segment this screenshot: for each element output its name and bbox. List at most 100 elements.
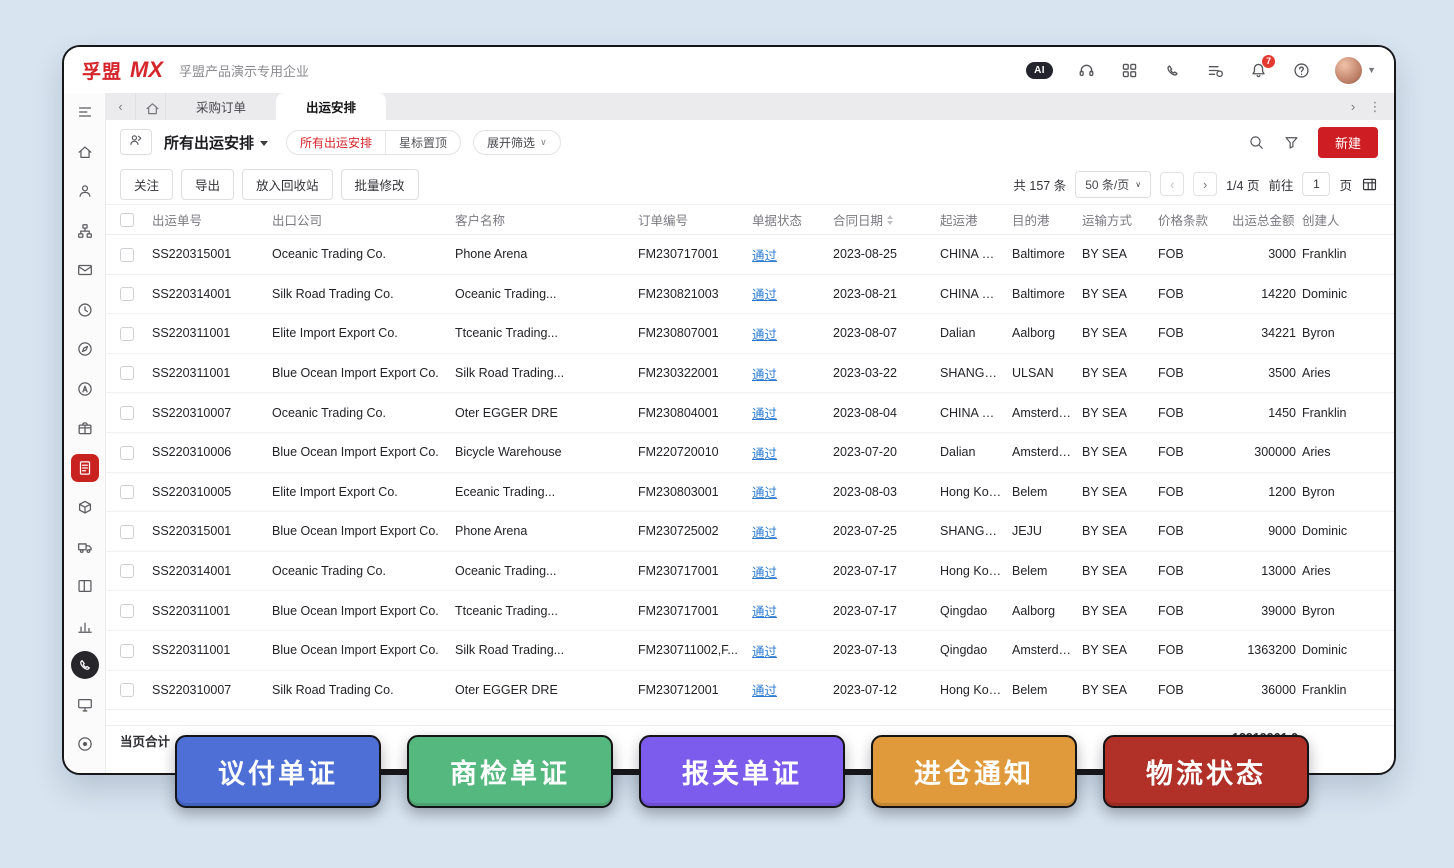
column-header-departure_port[interactable]: 起运港 — [940, 210, 1012, 229]
status-link[interactable]: 通过 — [752, 288, 777, 302]
tabs-more-icon[interactable]: ⋮ — [1366, 99, 1384, 115]
filter-funnel-icon[interactable] — [1283, 134, 1300, 151]
prev-page-button[interactable]: ‹ — [1160, 172, 1184, 196]
avatar[interactable]: ▼ — [1335, 57, 1376, 84]
table-row[interactable]: SS220314001Silk Road Trading Co.Oceanic … — [106, 275, 1394, 315]
sidebar-item-logistics-icon[interactable] — [71, 533, 99, 561]
status-link[interactable]: 通过 — [752, 645, 777, 659]
row-checkbox[interactable] — [120, 604, 134, 618]
column-header-transport[interactable]: 运输方式 — [1082, 210, 1158, 229]
row-checkbox[interactable] — [120, 406, 134, 420]
overlay-button-logistics-status[interactable]: 物流状态 — [1103, 735, 1309, 808]
status-link[interactable]: 通过 — [752, 328, 777, 342]
tab-purchase-orders[interactable]: 采购订单 — [166, 93, 276, 120]
task-list-icon[interactable] — [1206, 61, 1225, 80]
sidebar-item-workspace-icon[interactable] — [71, 572, 99, 600]
expand-filter-button[interactable]: 展开筛选 ∨ — [473, 130, 561, 155]
tab-shipping-arrangements[interactable]: 出运安排 — [276, 93, 386, 120]
batch-edit-button[interactable]: 批量修改 — [341, 169, 419, 200]
column-header-destination_port[interactable]: 目的港 — [1012, 210, 1082, 229]
sidebar-item-report-chart-icon[interactable] — [71, 612, 99, 640]
row-checkbox[interactable] — [120, 327, 134, 341]
row-checkbox[interactable] — [120, 485, 134, 499]
sidebar-item-device-monitor-icon[interactable] — [71, 691, 99, 719]
table-row[interactable]: SS220310006Blue Ocean Import Export Co.B… — [106, 433, 1394, 473]
table-row[interactable]: SS220311001Blue Ocean Import Export Co.S… — [106, 631, 1394, 671]
column-header-contract_date[interactable]: 合同日期 — [833, 210, 940, 229]
sidebar-item-home-icon[interactable] — [71, 138, 99, 166]
sidebar-item-whatsapp-icon[interactable] — [71, 651, 99, 679]
row-checkbox[interactable] — [120, 287, 134, 301]
status-link[interactable]: 通过 — [752, 249, 777, 263]
page-size-select[interactable]: 50 条/页 ∨ — [1075, 171, 1151, 198]
row-checkbox[interactable] — [120, 366, 134, 380]
column-settings-icon[interactable] — [1361, 176, 1378, 193]
table-row[interactable]: SS220311001Blue Ocean Import Export Co.S… — [106, 354, 1394, 394]
sidebar-item-pending-tasks-icon[interactable] — [71, 296, 99, 324]
status-link[interactable]: 通过 — [752, 566, 777, 580]
table-row[interactable]: SS220311001Blue Ocean Import Export Co.T… — [106, 591, 1394, 631]
overlay-button-inspection-docs[interactable]: 商检单证 — [407, 735, 613, 808]
column-header-customer[interactable]: 客户名称 — [455, 210, 638, 229]
sidebar-item-contacts-icon[interactable] — [71, 177, 99, 205]
table-row[interactable]: SS220315001Blue Ocean Import Export Co.P… — [106, 512, 1394, 552]
sidebar-item-settings-target-icon[interactable] — [71, 730, 99, 758]
recycle-bin-button[interactable]: 放入回收站 — [242, 169, 333, 200]
ai-badge[interactable]: AI — [1026, 62, 1053, 79]
quick-filter-all[interactable]: 所有出运安排 — [287, 131, 386, 154]
status-link[interactable]: 通过 — [752, 684, 777, 698]
column-header-status[interactable]: 单据状态 — [752, 210, 833, 229]
table-row[interactable]: SS220311001Elite Import Export Co.Ttcean… — [106, 314, 1394, 354]
column-header-shipping_no[interactable]: 出运单号 — [152, 210, 272, 229]
table-row[interactable]: SS220310007Silk Road Trading Co.Oter EGG… — [106, 671, 1394, 711]
row-checkbox[interactable] — [120, 525, 134, 539]
select-all-checkbox[interactable] — [120, 213, 134, 227]
next-page-button[interactable]: › — [1193, 172, 1217, 196]
sidebar-item-org-structure-icon[interactable] — [71, 217, 99, 245]
row-checkbox[interactable] — [120, 644, 134, 658]
quick-filter-starred[interactable]: 星标置顶 — [386, 131, 460, 154]
support-headset-icon[interactable] — [1077, 61, 1096, 80]
status-link[interactable]: 通过 — [752, 486, 777, 500]
status-link[interactable]: 通过 — [752, 447, 777, 461]
overlay-button-warehouse-notice[interactable]: 进仓通知 — [871, 735, 1077, 808]
column-header-amount[interactable]: 出运总金额 — [1232, 210, 1302, 229]
sidebar-item-mail-icon[interactable] — [71, 256, 99, 284]
row-checkbox[interactable] — [120, 446, 134, 460]
sidebar-item-discover-icon[interactable] — [71, 335, 99, 363]
goto-page-input[interactable] — [1302, 172, 1330, 196]
status-link[interactable]: 通过 — [752, 407, 777, 421]
view-selector[interactable]: 所有出运安排 — [164, 132, 268, 153]
help-icon[interactable] — [1292, 61, 1311, 80]
export-button[interactable]: 导出 — [181, 169, 234, 200]
table-row[interactable]: SS220310005Elite Import Export Co.Eceani… — [106, 473, 1394, 513]
row-checkbox[interactable] — [120, 564, 134, 578]
table-row[interactable]: SS220315001Oceanic Trading Co.Phone Aren… — [106, 235, 1394, 275]
row-checkbox[interactable] — [120, 248, 134, 262]
home-tab-button[interactable] — [136, 93, 166, 120]
owner-filter-button[interactable] — [120, 129, 152, 155]
notifications-bell-icon[interactable]: 7 — [1249, 61, 1268, 80]
tab-back-button[interactable]: ‹ — [106, 93, 136, 120]
table-row[interactable]: SS220310007Oceanic Trading Co.Oter EGGER… — [106, 393, 1394, 433]
sidebar-item-ai-assistant-icon[interactable] — [71, 375, 99, 403]
table-row[interactable]: SS220314001Oceanic Trading Co.Oceanic Tr… — [106, 552, 1394, 592]
whatsapp-icon[interactable] — [1163, 61, 1182, 80]
sidebar-item-shipping-doc-icon[interactable] — [71, 454, 99, 482]
sidebar-item-inventory-icon[interactable] — [71, 493, 99, 521]
tabs-forward-icon[interactable]: › — [1344, 99, 1362, 114]
apps-grid-icon[interactable] — [1120, 61, 1139, 80]
search-icon[interactable] — [1248, 134, 1265, 151]
overlay-button-negotiation-docs[interactable]: 议付单证 — [175, 735, 381, 808]
column-header-order_no[interactable]: 订单编号 — [638, 210, 752, 229]
status-link[interactable]: 通过 — [752, 605, 777, 619]
status-link[interactable]: 通过 — [752, 368, 777, 382]
status-link[interactable]: 通过 — [752, 526, 777, 540]
row-checkbox[interactable] — [120, 683, 134, 697]
follow-button[interactable]: 关注 — [120, 169, 173, 200]
sidebar-item-collapse-menu-icon[interactable] — [71, 98, 99, 126]
column-header-creator[interactable]: 创建人 — [1302, 210, 1394, 229]
sidebar-item-product-icon[interactable] — [71, 414, 99, 442]
new-button[interactable]: 新建 — [1318, 127, 1378, 158]
overlay-button-customs-docs[interactable]: 报关单证 — [639, 735, 845, 808]
